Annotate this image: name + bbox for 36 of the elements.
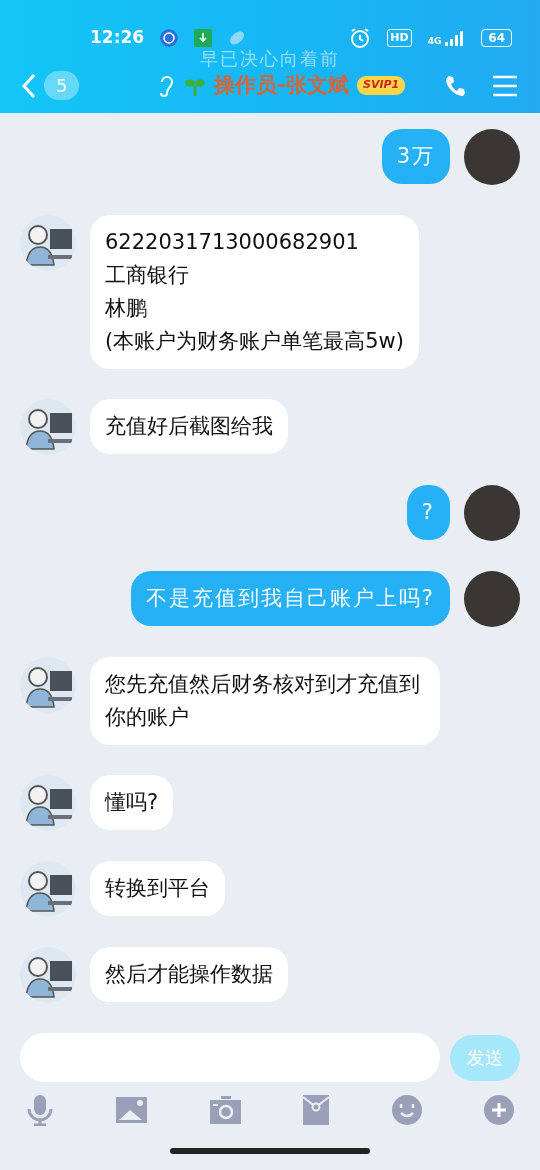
cartoon-avatar[interactable] [20, 775, 76, 831]
battery-indicator: 64 [481, 29, 512, 47]
contact-name: 操作员-张文斌 [214, 71, 349, 99]
signal-icon [445, 30, 466, 46]
message-bubble[interactable]: 您先充值然后财务核对到才充值到你的账户 [90, 657, 440, 745]
cartoon-avatar[interactable] [20, 399, 76, 455]
add-icon[interactable] [483, 1095, 514, 1125]
message-bubble[interactable]: 懂吗? [90, 775, 174, 830]
cartoon-avatar[interactable] [20, 861, 76, 917]
envelope-icon[interactable] [303, 1095, 330, 1125]
avatar-photo[interactable] [464, 485, 520, 541]
status-time: 12:26 [90, 26, 145, 50]
menu-icon[interactable] [492, 74, 518, 97]
leaf-icon [228, 29, 247, 47]
cartoon-avatar[interactable] [20, 657, 76, 713]
cartoon-avatar[interactable] [20, 947, 76, 1003]
cartoon-avatar[interactable] [20, 215, 76, 271]
avatar-photo[interactable] [464, 129, 520, 185]
message-bubble[interactable]: 转换到平台 [90, 861, 225, 916]
image-icon[interactable] [116, 1097, 148, 1123]
back-icon[interactable] [22, 72, 36, 99]
app-icon [160, 29, 179, 47]
hd-indicator: HD [387, 28, 412, 48]
message-bubble[interactable]: 充值好后截图给我 [90, 399, 288, 454]
signature-text: 早已决心向着前 [199, 47, 341, 71]
alarm-icon [349, 27, 372, 49]
avatar-photo[interactable] [464, 571, 520, 627]
message-bubble[interactable]: 6222031713000682901 工商银行 林鹏 (本账户为财务账户单笔最高5w) [90, 215, 419, 369]
vip-badge: SVIP1 [356, 76, 406, 95]
network-label: 4G [427, 37, 442, 46]
microphone-icon[interactable] [26, 1094, 54, 1126]
camera-icon[interactable] [209, 1096, 241, 1124]
emoji-icon[interactable] [391, 1095, 422, 1125]
download-icon [194, 29, 213, 47]
message-bubble[interactable]: 然后才能操作数据 [90, 947, 288, 1002]
phone-icon[interactable] [444, 73, 468, 98]
